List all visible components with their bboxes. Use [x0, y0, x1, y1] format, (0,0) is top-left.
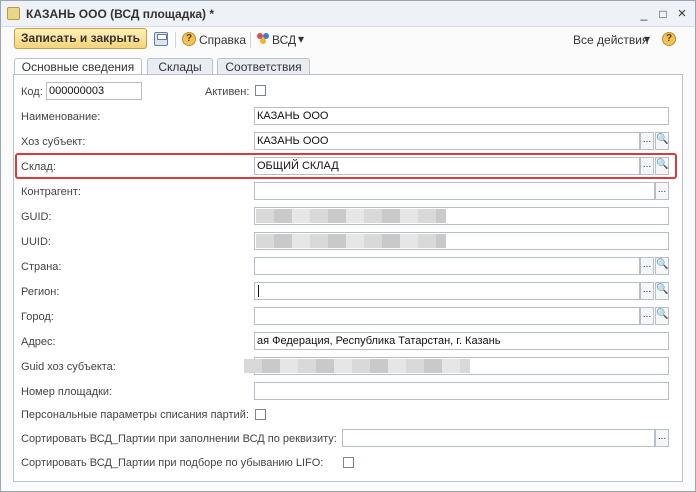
- active-checkbox[interactable]: [255, 85, 266, 96]
- text-cursor: [258, 285, 259, 297]
- code-field[interactable]: 000000003: [46, 82, 142, 100]
- sort-fill-select-button[interactable]: ...: [655, 429, 669, 447]
- active-label: Активен:: [205, 86, 250, 98]
- help-button[interactable]: Справка: [199, 33, 246, 47]
- tab-mappings[interactable]: Соответствия: [217, 58, 310, 75]
- region-select-button[interactable]: ...: [640, 282, 654, 300]
- title-bar: КАЗАНЬ ООО (ВСД площадка) * _ □ ×: [1, 1, 695, 27]
- all-actions-button[interactable]: Все действия: [573, 33, 648, 47]
- country-label: Страна:: [21, 261, 62, 273]
- warehouse-field[interactable]: ОБЩИЙ СКЛАД: [254, 157, 640, 175]
- country-select-button[interactable]: ...: [640, 257, 654, 275]
- code-label: Код:: [21, 86, 43, 98]
- sort-lifo-checkbox[interactable]: [343, 457, 354, 468]
- counterparty-field[interactable]: [254, 182, 655, 200]
- save-icon[interactable]: [154, 32, 168, 46]
- toolbar: Записать и закрыть ? Справка ВСД ▾ Все д…: [1, 27, 695, 55]
- minimize-icon[interactable]: _: [638, 8, 650, 20]
- uuid-label: UUID:: [21, 236, 51, 248]
- save-and-close-button[interactable]: Записать и закрыть: [14, 28, 147, 49]
- personal-params-checkbox[interactable]: [255, 409, 266, 420]
- vsd-icon: [257, 33, 270, 45]
- business-entity-label: Хоз субъект:: [21, 136, 86, 148]
- app-icon: [7, 7, 20, 20]
- address-field[interactable]: ая Федерация, Республика Татарстан, г. К…: [254, 332, 669, 350]
- maximize-icon[interactable]: □: [657, 8, 669, 20]
- business-entity-select-button[interactable]: ...: [640, 132, 654, 150]
- all-actions-dropdown-icon[interactable]: ▾: [644, 32, 650, 46]
- warehouse-select-button[interactable]: ...: [640, 157, 654, 175]
- help-icon[interactable]: ?: [182, 32, 196, 46]
- city-search-icon[interactable]: 🔍: [655, 307, 669, 325]
- site-number-label: Номер площадки:: [21, 386, 113, 398]
- region-label: Регион:: [21, 286, 60, 298]
- address-label: Адрес:: [21, 336, 56, 348]
- business-entity-guid-redacted-value: [244, 359, 470, 373]
- business-entity-guid-label: Guid хоз субъекта:: [21, 361, 116, 373]
- vsd-menu-button[interactable]: ВСД: [272, 33, 296, 47]
- uuid-redacted-value: [256, 234, 446, 248]
- tab-warehouses[interactable]: Склады: [147, 58, 213, 75]
- form-help-icon[interactable]: ?: [662, 32, 676, 46]
- city-label: Город:: [21, 311, 54, 323]
- guid-label: GUID:: [21, 211, 52, 223]
- city-select-button[interactable]: ...: [640, 307, 654, 325]
- guid-redacted-value: [256, 209, 446, 223]
- region-search-icon[interactable]: 🔍: [655, 282, 669, 300]
- city-field[interactable]: [254, 307, 640, 325]
- business-entity-search-icon[interactable]: 🔍: [655, 132, 669, 150]
- site-number-field[interactable]: [254, 382, 669, 400]
- close-icon[interactable]: ×: [676, 6, 688, 21]
- business-entity-field[interactable]: КАЗАНЬ ООО: [254, 132, 640, 150]
- warehouse-search-icon[interactable]: 🔍: [655, 157, 669, 175]
- vsd-dropdown-icon[interactable]: ▾: [298, 32, 304, 46]
- region-field[interactable]: [254, 282, 640, 300]
- name-label: Наименование:: [21, 111, 101, 123]
- counterparty-select-button[interactable]: ...: [655, 182, 669, 200]
- country-search-icon[interactable]: 🔍: [655, 257, 669, 275]
- toolbar-divider: [250, 32, 251, 48]
- name-field[interactable]: КАЗАНЬ ООО: [254, 107, 669, 125]
- sort-lifo-label: Сортировать ВСД_Партии при подборе по уб…: [21, 457, 324, 469]
- warehouse-label: Склад:: [21, 161, 56, 173]
- toolbar-divider: [175, 32, 176, 48]
- sort-fill-field[interactable]: [342, 429, 655, 447]
- counterparty-label: Контрагент:: [21, 186, 81, 198]
- window-title: КАЗАНЬ ООО (ВСД площадка) *: [26, 7, 215, 21]
- sort-fill-label: Сортировать ВСД_Партии при заполнении ВС…: [21, 433, 337, 445]
- country-field[interactable]: [254, 257, 640, 275]
- personal-params-label: Персональные параметры списания партий:: [21, 409, 249, 421]
